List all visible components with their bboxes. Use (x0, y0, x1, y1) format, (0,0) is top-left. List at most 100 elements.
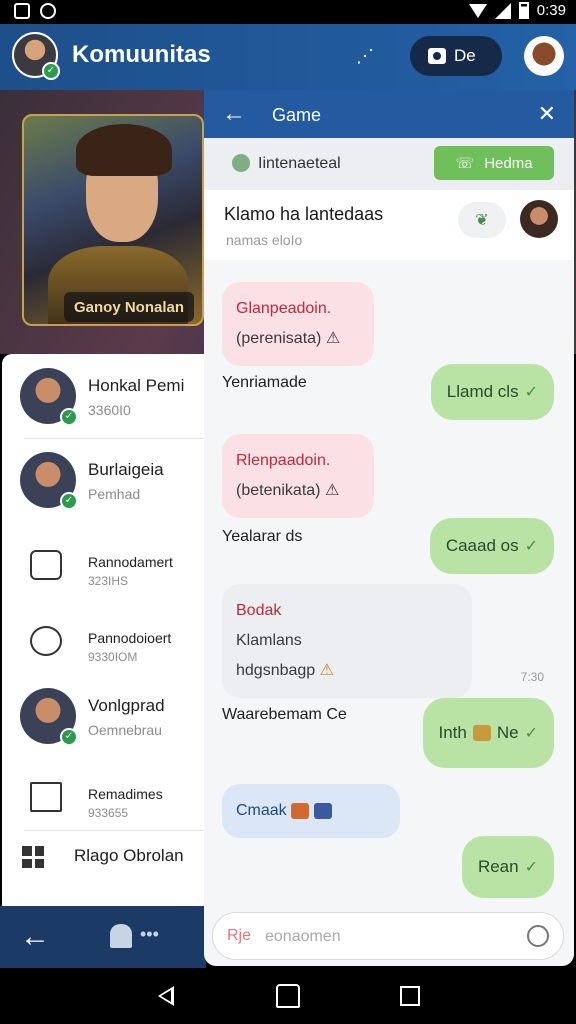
share-icon[interactable]: ⋰ (356, 46, 374, 67)
list-item-subtitle: 3360I0 (88, 402, 131, 418)
outgoing-message[interactable]: Llamd cls ✓ (430, 364, 554, 420)
verified-icon: ✓ (42, 62, 60, 80)
app-notification-icon (40, 3, 56, 19)
message-input-bar: Rje (212, 912, 564, 960)
nav-back-icon[interactable] (158, 986, 174, 1006)
list-item-title: Honkal Pemi (88, 376, 185, 395)
list-item-subtitle: 933655 (88, 806, 129, 820)
status-dot-icon (232, 154, 250, 172)
verified-icon: ✓ (60, 408, 78, 426)
flag-emoji-icon (313, 802, 332, 819)
outgoing-message[interactable]: Inth Ne ✓ (422, 698, 554, 768)
chat-panel: ← Game ✕ Iintenaeteal ☏ Hedma Klamo ha l… (204, 90, 574, 966)
message-text: Ne (496, 723, 519, 742)
message-header: Rlenpaadoin. (236, 452, 331, 469)
sender-name: Yealarar ds (222, 528, 303, 545)
chat-room-link[interactable]: Rlago Obrolan (74, 846, 184, 866)
message-text: Llamd cls (446, 382, 519, 401)
thumbs-up-icon (30, 550, 62, 580)
incoming-message[interactable]: Rlenpaadoin. (betenikata) ⚠ (222, 434, 374, 518)
app-header: ✓ Komuunitas ⋰ De (0, 24, 576, 90)
avatar: ✓ (20, 688, 78, 746)
gallery-notification-icon (14, 3, 30, 19)
gift-emoji-icon (472, 725, 491, 741)
list-item-title: Vonlgprad (88, 696, 165, 715)
camera-button-label: De (454, 46, 476, 65)
leaf-icon: ❦ (475, 212, 489, 229)
status-time: 0:39 (536, 2, 566, 19)
incoming-message[interactable]: Glanpeadoin. (perenisata) ⚠ (222, 282, 374, 366)
list-item-title: Remadimes (88, 786, 163, 802)
verified-icon: ✓ (60, 492, 78, 510)
list-item-title: Burlaigeia (88, 460, 164, 479)
sender-name: Yenriamade (222, 374, 307, 391)
list-item-subtitle: Oemnebrau (88, 722, 162, 738)
read-check-icon: ✓ (524, 725, 538, 742)
message-time: 7:30 (520, 670, 544, 684)
leaf-button[interactable]: ❦ (458, 202, 506, 238)
message-header: Bodak (236, 602, 282, 619)
back-arrow-icon[interactable]: ← (222, 100, 246, 128)
wifi-icon (468, 3, 487, 18)
list-item[interactable]: ✓ Burlaigeia Pemhad (2, 438, 208, 522)
incoming-message[interactable]: Bodak Klamlans hdgsnbagp ⚠ (222, 584, 472, 698)
filter-button[interactable]: ☏ Hedma (434, 146, 554, 180)
incoming-message[interactable]: Cmaak (222, 784, 400, 838)
list-item-subtitle: 323IHS (88, 574, 129, 588)
nav-home-icon[interactable] (276, 984, 300, 1008)
contact-name: Klamo ha lantedaas (224, 204, 384, 224)
app-bottom-nav: ← ••• (0, 906, 206, 968)
list-item-title: Rannodamert (88, 554, 173, 570)
list-item[interactable]: Remadimes 933655 (2, 754, 208, 838)
input-prefix: Rje (227, 927, 252, 944)
message-text: Rean (477, 857, 519, 876)
home-icon (30, 782, 62, 812)
message-text: Caaad os (445, 536, 519, 555)
signal-icon (494, 2, 511, 19)
close-icon[interactable]: ✕ (538, 101, 556, 127)
chat-header: ← Game ✕ (204, 90, 574, 138)
read-check-icon: ✓ (524, 859, 538, 876)
filter-row: Iintenaeteal ☏ Hedma (204, 138, 574, 190)
filter-button-label: Hedma (484, 154, 533, 172)
filter-label: Iintenaeteal (258, 155, 341, 172)
verified-icon: ✓ (60, 728, 78, 746)
hero-hair (76, 124, 172, 176)
message-input[interactable] (265, 923, 505, 951)
chat-title: Game (272, 105, 322, 125)
system-nav-bar (0, 968, 576, 1024)
nav-recents-icon[interactable] (400, 986, 420, 1006)
phone-icon: ☏ (455, 155, 475, 172)
list-item[interactable]: Pannodoioert 9330IOM (2, 598, 208, 682)
camera-icon (428, 48, 446, 64)
app-title: Komuunitas (72, 41, 211, 68)
user-avatar[interactable]: ✓ (12, 32, 60, 80)
message-body: (betenikata) ⚠ (236, 482, 340, 499)
contact-row[interactable]: Klamo ha lantedaas namas eloIo ❦ (204, 190, 574, 260)
avatar: ✓ (20, 368, 78, 426)
list-item-title: Pannodoioert (88, 630, 172, 646)
chat-bubble-icon (30, 626, 62, 656)
read-check-icon: ✓ (524, 384, 538, 401)
camera-button[interactable]: De (410, 36, 502, 76)
profile-avatar[interactable] (524, 36, 564, 76)
outgoing-message[interactable]: Caaad os ✓ (429, 518, 554, 574)
list-item[interactable]: ✓ Honkal Pemi 3360I0 (2, 354, 208, 438)
list-item[interactable]: ✓ Vonlgprad Oemnebrau (2, 674, 208, 758)
message-body: Klamlans (236, 632, 302, 649)
message-body: hdgsnbagp ⚠ (236, 662, 334, 679)
list-item-subtitle: Pemhad (88, 486, 141, 502)
list-item-subtitle: 9330IOM (88, 650, 138, 664)
attach-icon[interactable] (522, 920, 554, 952)
more-dots-icon[interactable]: ••• (140, 924, 159, 945)
contact-avatar[interactable] (520, 200, 558, 238)
avatar: ✓ (20, 452, 78, 510)
grid-icon (22, 846, 44, 868)
outgoing-message[interactable]: Rean ✓ (461, 836, 554, 898)
list-item[interactable]: Rannodamert 323IHS (2, 522, 208, 606)
bell-icon[interactable] (110, 924, 132, 948)
back-arrow-icon[interactable]: ← (20, 922, 50, 952)
community-list: ✓ Honkal Pemi 3360I0 ✓ Burlaigeia Pemhad… (2, 354, 208, 906)
hero-card[interactable]: Ganoy Nonalan (22, 114, 204, 326)
message-header: Glanpeadoin. (236, 300, 332, 317)
